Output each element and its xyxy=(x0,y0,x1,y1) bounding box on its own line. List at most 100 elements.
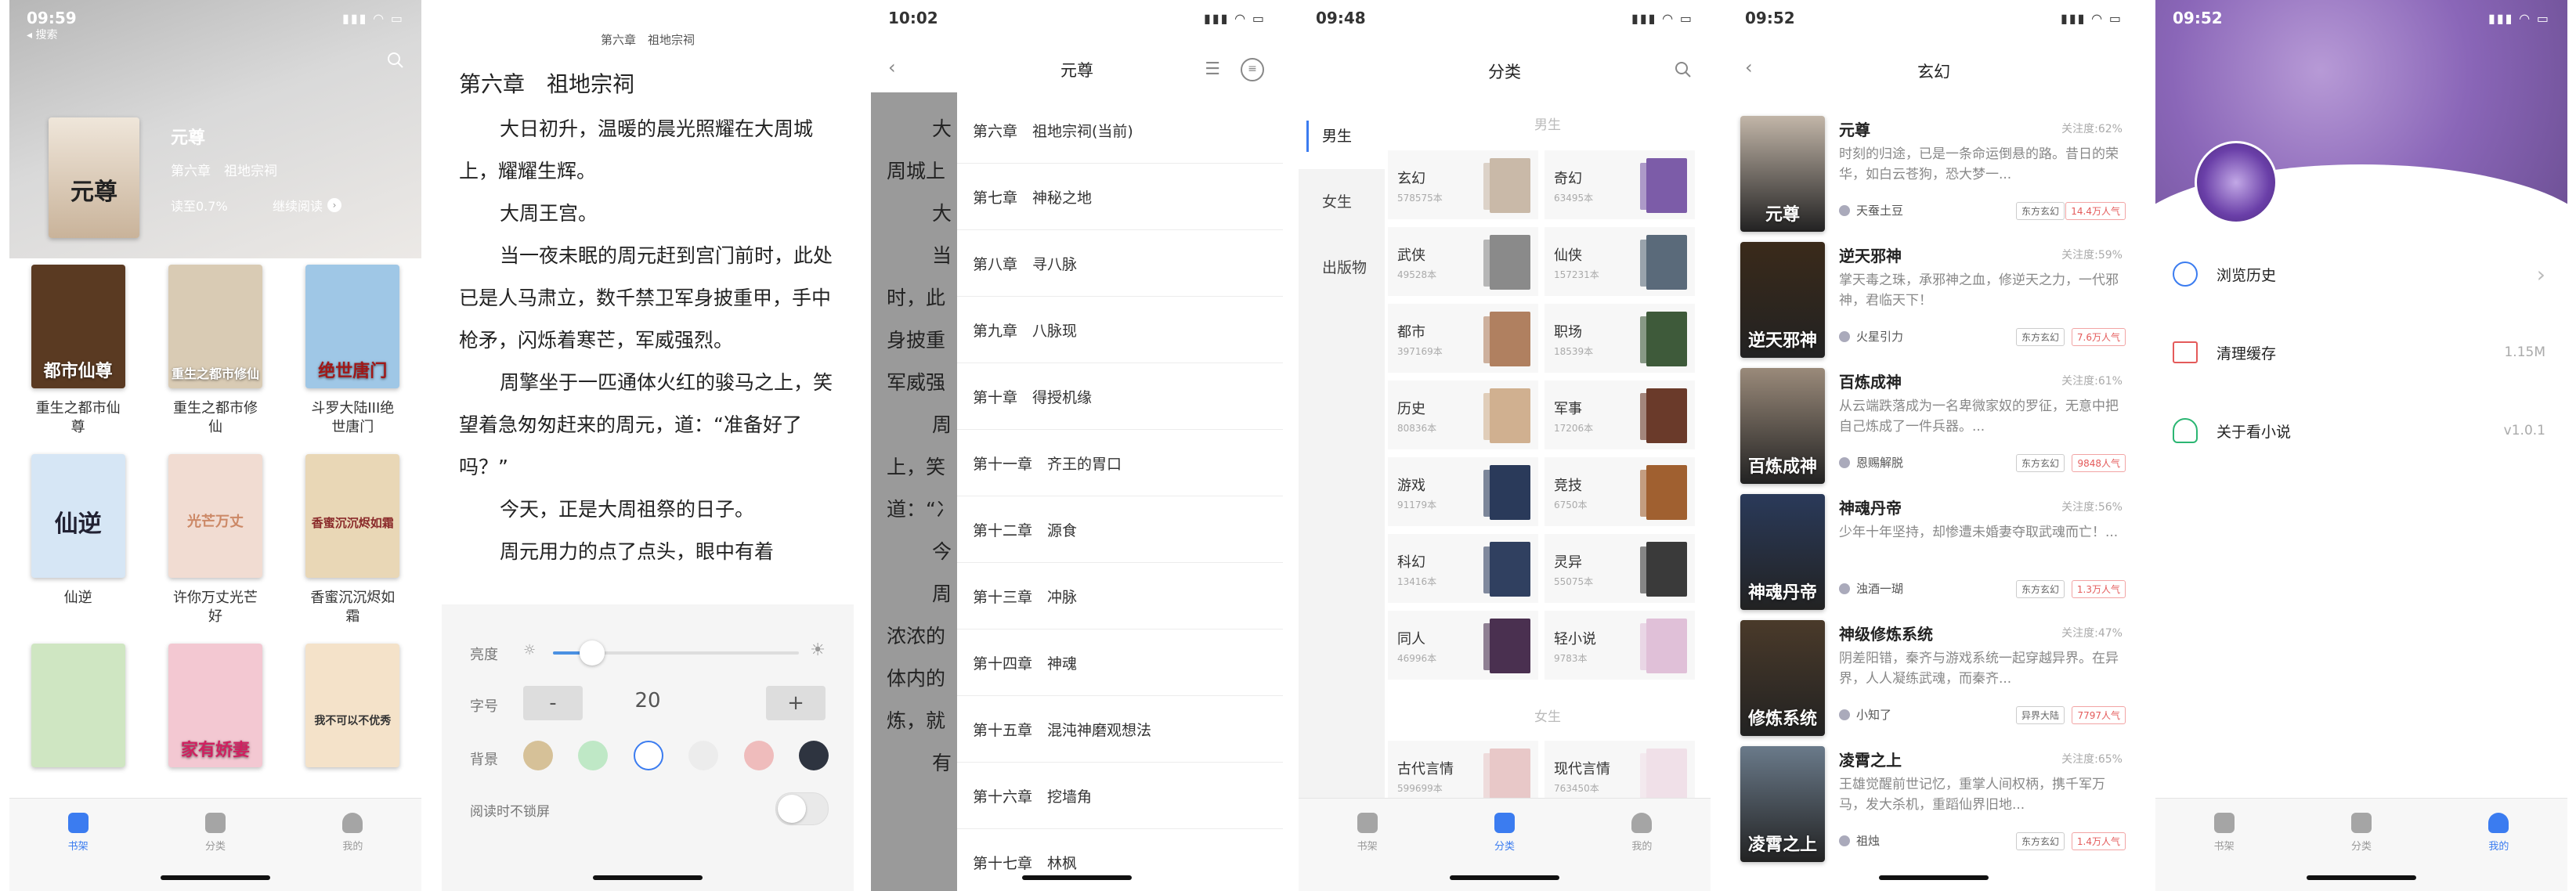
menu-item-clear-cache[interactable]: 清理缓存 1.15M xyxy=(2155,313,2567,391)
category-item[interactable]: 玄幻 578575本 xyxy=(1388,150,1538,219)
category-item[interactable]: 同人 46996本 xyxy=(1388,611,1538,680)
continue-reading-button[interactable]: 继续阅读 › xyxy=(273,196,342,215)
chapter-item[interactable]: 第九章 八脉现 xyxy=(957,297,1283,363)
book-list-item[interactable]: 修炼系统 神级修炼系统 关注度:47% 阴差阳错，秦齐与游戏系统一起穿越异界。在异界，… xyxy=(1728,614,2140,745)
book-item[interactable]: 家有娇妻 xyxy=(146,644,284,778)
reader-header: 第六章 祖地宗祠 xyxy=(600,33,695,47)
user-icon xyxy=(2173,418,2198,443)
section-header-male: 男生 xyxy=(1534,117,1561,133)
font-decrease-button[interactable]: - xyxy=(523,686,583,720)
book-list-item[interactable]: 元尊 元尊 关注度:62% 时刻的归途，已是一条命运倒悬的路。昔日的荣华，如白云苍狗，… xyxy=(1728,110,2140,241)
book-list-item[interactable]: 凌霄之上 凌霄之上 关注度:65% 王雄觉醒前世记忆，重掌人间权柄，携千军万马，发大杀… xyxy=(1728,740,2140,871)
book-item[interactable]: 绝世唐门 斗罗大陆III绝世唐门 xyxy=(284,265,421,437)
book-item[interactable]: 我不可以不优秀 xyxy=(284,644,421,778)
tab-bookshelf[interactable]: 书架 xyxy=(2155,799,2292,891)
background-swatch[interactable] xyxy=(523,741,553,770)
category-item[interactable]: 奇幻 63495本 xyxy=(1545,150,1695,219)
sidebar-item-publication[interactable]: 出版物 xyxy=(1299,235,1385,301)
sidebar-item-male[interactable]: 男生 xyxy=(1299,103,1385,169)
category-count: 13416本 xyxy=(1397,576,1437,587)
book-list-item[interactable]: 逆天邪神 逆天邪神 关注度:59% 掌天毒之珠，承邪神之血，修逆天之力，一代邪神，君临… xyxy=(1728,236,2140,367)
category-item[interactable]: 军事 17206本 xyxy=(1545,381,1695,449)
book-cover: 仙逆 xyxy=(31,454,125,578)
sort-list-icon[interactable]: ☰ xyxy=(1205,60,1220,79)
reader-content[interactable]: 大日初升，温暖的晨光照耀在大周城上，耀耀生辉。 大周王宫。 当一夜未眠的周元赶到… xyxy=(459,108,840,573)
menu-icon[interactable]: ≡ xyxy=(1241,58,1264,81)
reader-screen: 第六章 祖地宗祠 第六章 祖地宗祠 大日初升，温暖的晨光照耀在大周城上，耀耀生辉… xyxy=(442,0,854,891)
status-icons: ▮▮▮ ◠ ▭ xyxy=(1204,10,1266,26)
chapter-item[interactable]: 第十一章 齐王的胃口 xyxy=(957,430,1283,496)
book-item[interactable]: 都市仙尊 重生之都市仙尊 xyxy=(9,265,146,437)
category-cover xyxy=(1646,388,1687,443)
dimmed-reader-background[interactable]: 大 周城上 大 当 时，此 身披重 军威强 周 上，笑 道：“冫 今 周 浓浓的… xyxy=(871,0,957,891)
tab-mine[interactable]: 我的 xyxy=(284,799,421,891)
category-item[interactable]: 武侠 49528本 xyxy=(1388,227,1538,296)
background-swatch[interactable] xyxy=(743,741,774,770)
search-icon[interactable] xyxy=(387,52,404,69)
chapter-item[interactable]: 第七章 神秘之地 xyxy=(957,164,1283,230)
category-item[interactable]: 灵异 55075本 xyxy=(1545,534,1695,603)
category-name: 历史 xyxy=(1397,401,1425,417)
menu-item-history[interactable]: 浏览历史 › xyxy=(2155,235,2567,313)
book-list-item[interactable]: 神魂丹帝 神魂丹帝 关注度:56% 少年十年坚持，却惨遭未婚妻夺取武魂而亡！... 浊酒… xyxy=(1728,488,2140,619)
paragraph: 周元用力的点了点头，眼中有着 xyxy=(500,540,775,563)
chapter-item[interactable]: 第十五章 混沌神磨观想法 xyxy=(957,696,1283,763)
chapter-item[interactable]: 第十三章 冲脉 xyxy=(957,563,1283,629)
font-increase-button[interactable]: + xyxy=(766,686,826,720)
background-swatch[interactable] xyxy=(688,741,719,770)
book-item[interactable]: 重生之都市修仙 重生之都市修仙 xyxy=(146,265,284,437)
chapter-item[interactable]: 第十章 得授机缘 xyxy=(957,363,1283,430)
chapter-item[interactable]: 第十六章 挖墙角 xyxy=(957,763,1283,829)
chapter-item[interactable]: 第八章 寻八脉 xyxy=(957,230,1283,297)
brightness-thumb[interactable] xyxy=(580,640,605,666)
author-icon xyxy=(1839,709,1850,720)
user-icon xyxy=(1631,813,1653,833)
background-swatch[interactable] xyxy=(578,741,609,770)
tab-mine[interactable]: 我的 xyxy=(2430,799,2567,891)
category-item[interactable]: 历史 80836本 xyxy=(1388,381,1538,449)
status-bar: 10:02 ▮▮▮ ◠ ▭ xyxy=(888,6,1266,30)
avatar[interactable] xyxy=(2195,141,2278,224)
background-swatch[interactable] xyxy=(798,741,829,770)
back-to-search[interactable]: ◂ 搜索 xyxy=(27,27,57,42)
background-swatch-selected[interactable] xyxy=(633,741,663,770)
book-item[interactable] xyxy=(9,644,146,778)
chapter-item[interactable]: 第十七章 林枫 xyxy=(957,829,1283,891)
book-item[interactable]: 光芒万丈 许你万丈光芒好 xyxy=(146,454,284,626)
search-icon[interactable] xyxy=(1675,61,1692,78)
tab-bookshelf[interactable]: 书架 xyxy=(1299,799,1436,891)
chapter-item[interactable]: 第十二章 源食 xyxy=(957,496,1283,563)
book-item[interactable]: 仙逆 仙逆 xyxy=(9,454,146,626)
category-item[interactable]: 游戏 91179本 xyxy=(1388,457,1538,526)
category-item[interactable]: 都市 397169本 xyxy=(1388,304,1538,373)
category-item[interactable]: 职场 18539本 xyxy=(1545,304,1695,373)
author-icon xyxy=(1839,330,1850,342)
status-time: 10:02 xyxy=(888,9,938,27)
category-name: 都市 xyxy=(1397,324,1425,341)
category-name: 竞技 xyxy=(1554,478,1582,494)
chapter-item[interactable]: 第十四章 神魂 xyxy=(957,629,1283,696)
category-item[interactable]: 竞技 6750本 xyxy=(1545,457,1695,526)
keep-screen-on-toggle[interactable] xyxy=(775,792,829,825)
author-icon xyxy=(1839,204,1850,216)
book-cover: 修炼系统 xyxy=(1740,620,1825,736)
book-list-item[interactable]: 百炼成神 百炼成神 关注度:61% 从云端跌落成为一名卑微家奴的罗征，无意中把自己炼成… xyxy=(1728,362,2140,493)
book-description: 从云端跌落成为一名卑微家奴的罗征，无意中把自己炼成了一件兵器。... xyxy=(1839,399,2119,435)
category-item[interactable]: 科幻 13416本 xyxy=(1388,534,1538,603)
category-sidebar: 男生 女生 出版物 xyxy=(1299,103,1385,799)
brightness-slider[interactable] xyxy=(553,640,799,666)
sidebar-item-female[interactable]: 女生 xyxy=(1299,169,1385,235)
active-indicator xyxy=(1306,121,1309,152)
chapter-item-current[interactable]: 第六章 祖地宗祠(当前) xyxy=(957,97,1283,164)
category-item[interactable]: 轻小说 9783本 xyxy=(1545,611,1695,680)
book-item[interactable]: 香蜜沉沉烬如霜 香蜜沉沉烬如霜 xyxy=(284,454,421,626)
menu-item-about[interactable]: 关于看小说 v1.0.1 xyxy=(2155,391,2567,470)
category-icon xyxy=(204,813,226,833)
tab-bookshelf[interactable]: 书架 xyxy=(9,799,146,891)
category-item[interactable]: 仙侠 157231本 xyxy=(1545,227,1695,296)
current-book-cover[interactable]: 元尊 xyxy=(49,117,139,238)
category-count: 157231本 xyxy=(1554,269,1599,280)
tab-mine[interactable]: 我的 xyxy=(1573,799,1711,891)
genre-tag: 东方玄幻 xyxy=(2015,202,2065,220)
paragraph: 今天，正是大周祖祭的日子。 xyxy=(500,498,755,521)
